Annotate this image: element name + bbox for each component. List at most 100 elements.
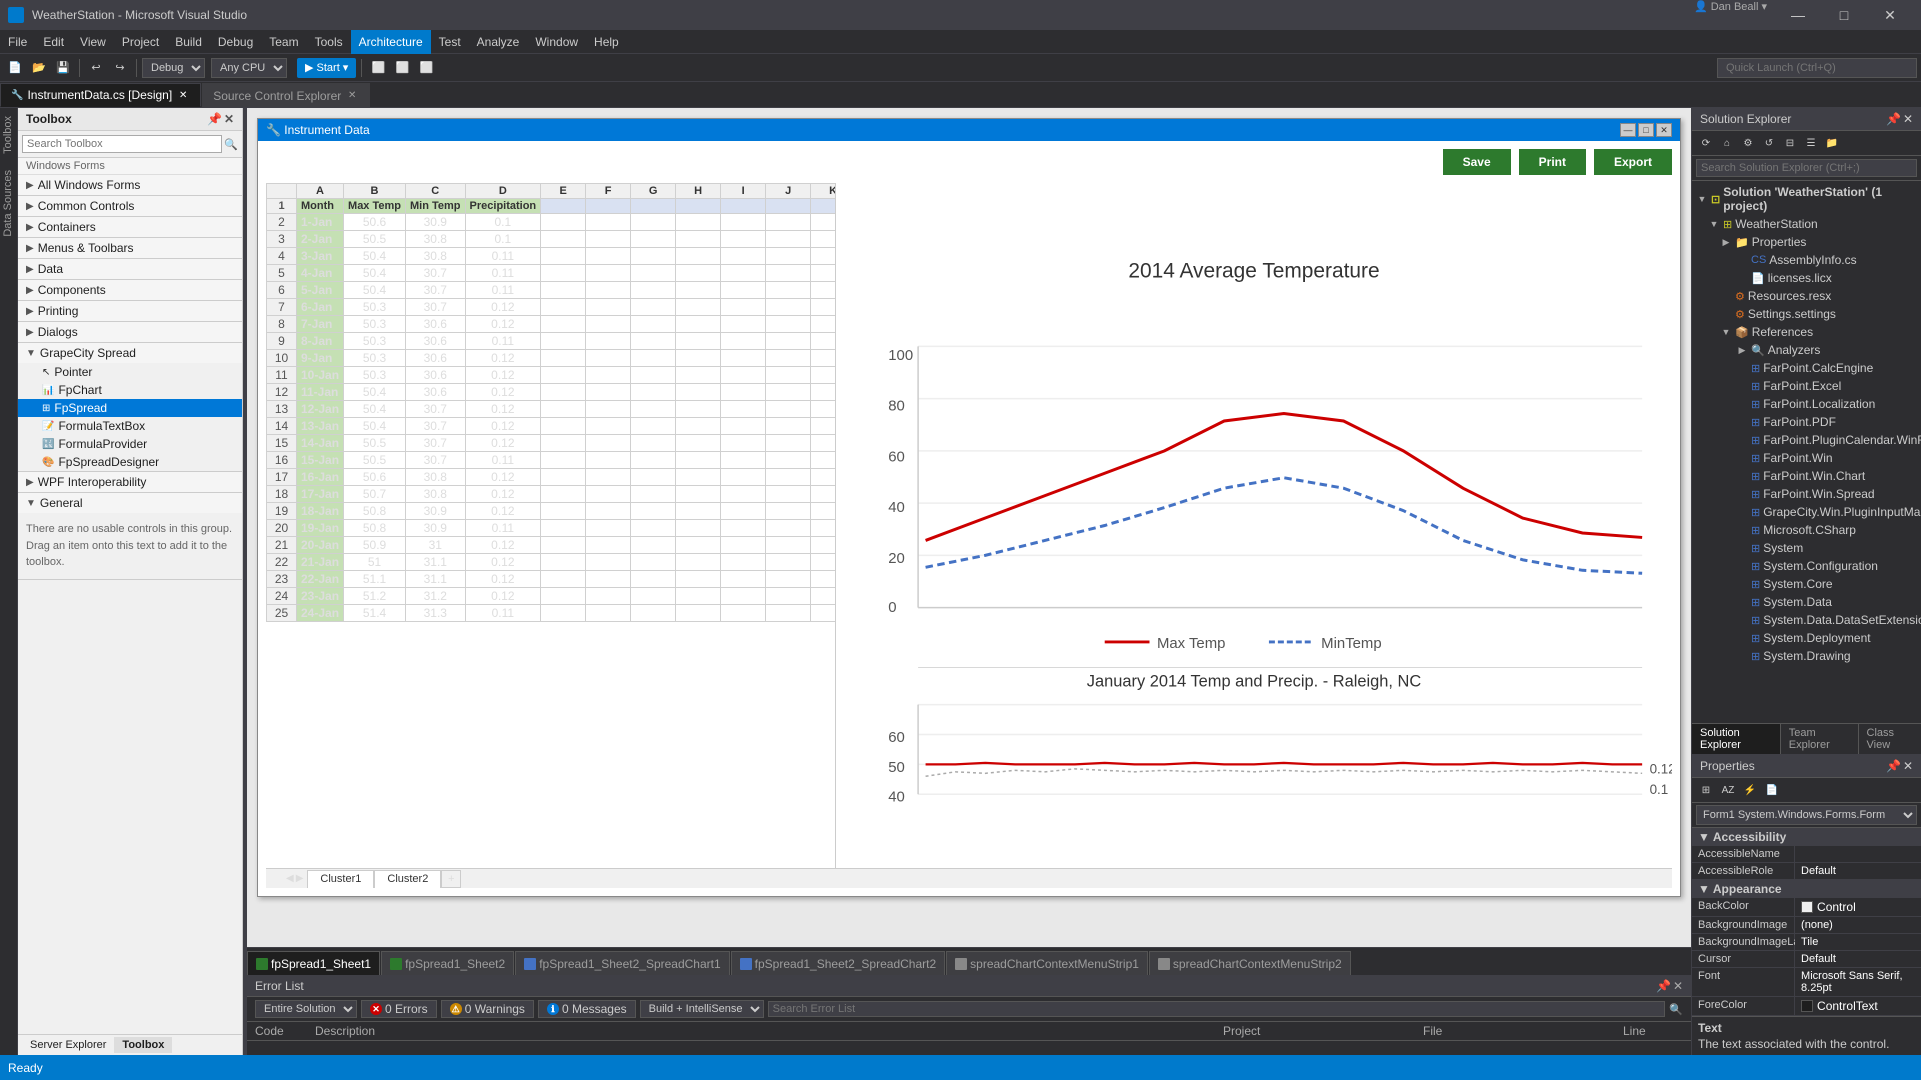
sol-tb-view-files[interactable]: 📁 [1822,133,1842,153]
prop-pin-btn[interactable]: 📌 [1886,759,1901,773]
cell-max-temp[interactable]: 50.7 [344,486,406,503]
section-header-common[interactable]: ▶ Common Controls [18,196,242,216]
section-header-containers[interactable]: ▶ Containers [18,217,242,237]
cell-max-temp[interactable]: 50.3 [344,333,406,350]
cell-month[interactable]: 23-Jan [297,588,344,605]
cell-precipitation[interactable]: 0.12 [465,486,541,503]
cell-max-temp[interactable]: 51.1 [344,571,406,588]
side-tab-data[interactable]: Data Sources [0,162,17,245]
tree-system-data[interactable]: ⊞ System.Data [1692,593,1921,611]
form-maximize-btn[interactable]: □ [1638,123,1654,137]
tree-farpoint-pdf[interactable]: ⊞ FarPoint.PDF [1692,413,1921,431]
cell-min-temp[interactable]: 30.7 [406,435,466,452]
toolbox-item-formulaprovider[interactable]: 🔣 FormulaProvider [18,435,242,453]
tree-system-data-ext[interactable]: ⊞ System.Data.DataSetExtensions [1692,611,1921,629]
cell-min-temp[interactable]: 30.7 [406,299,466,316]
scroll-left-btn[interactable]: ◀ [286,873,294,884]
cell-precipitation[interactable]: 0.11 [465,282,541,299]
bottom-tab-chart1[interactable]: fpSpread1_Sheet2_SpreadChart1 [515,951,729,975]
cell-month[interactable]: 24-Jan [297,605,344,622]
quick-launch-input[interactable] [1717,58,1917,78]
cell-month[interactable]: 4-Jan [297,265,344,282]
menu-build[interactable]: Build [167,30,210,54]
col-header-c[interactable]: C [406,184,466,199]
cell-max-temp[interactable]: 50.4 [344,248,406,265]
toolbox-tab[interactable]: Toolbox [114,1037,172,1053]
tree-farpoint-excel[interactable]: ⊞ FarPoint.Excel [1692,377,1921,395]
messages-filter-btn[interactable]: ℹ 0 Messages [538,1000,636,1018]
toolbox-close[interactable]: ✕ [224,112,234,126]
tb-new-project[interactable]: 📄 [4,57,26,79]
prop-val-bg-image[interactable]: (none) [1795,917,1921,933]
cell-min-temp[interactable]: 30.8 [406,486,466,503]
cell-month[interactable]: 21-Jan [297,554,344,571]
menu-debug[interactable]: Debug [210,30,261,54]
cell-max-temp[interactable]: 50.9 [344,537,406,554]
cell-precipitation[interactable]: 0.11 [465,452,541,469]
cell-month[interactable]: 18-Jan [297,503,344,520]
prop-object-dropdown[interactable]: Form1 System.Windows.Forms.Form [1696,805,1917,825]
tree-properties[interactable]: ▶ 📁 Properties [1692,233,1921,251]
cell-month[interactable]: 8-Jan [297,333,344,350]
tree-system-config[interactable]: ⊞ System.Configuration [1692,557,1921,575]
prop-val-font[interactable]: Microsoft Sans Serif, 8.25pt [1795,968,1921,996]
error-pin-btn[interactable]: 📌 [1656,979,1671,993]
toolbox-item-fpspread[interactable]: ⊞ FpSpread [18,399,242,417]
prop-tb-events[interactable]: ⚡ [1740,780,1760,800]
debug-config-dropdown[interactable]: Debug [142,58,205,78]
tree-system-drawing[interactable]: ⊞ System.Drawing [1692,647,1921,665]
tree-analyzers[interactable]: ▶ 🔍 Analyzers [1692,341,1921,359]
save-button[interactable]: Save [1443,149,1511,175]
cell-precipitation[interactable]: 0.12 [465,418,541,435]
section-header-grapecity[interactable]: ▼ GrapeCity Spread [18,343,242,363]
tree-references[interactable]: ▼ 📦 References [1692,323,1921,341]
cell-month[interactable]: 22-Jan [297,571,344,588]
cell-min-temp[interactable]: 30.7 [406,418,466,435]
cell-precipitation[interactable]: 0.11 [465,520,541,537]
toolbox-item-pointer[interactable]: ↖ Pointer [18,363,242,381]
tb-more3[interactable]: ⬜ [415,57,437,79]
menu-edit[interactable]: Edit [35,30,72,54]
col-header-h[interactable]: H [676,184,721,199]
cell-month[interactable]: 14-Jan [297,435,344,452]
error-search-input[interactable] [768,1001,1666,1017]
cell-min-temp[interactable]: 30.6 [406,316,466,333]
tree-farpoint-plugin-calendar[interactable]: ⊞ FarPoint.PluginCalendar.WinForms [1692,431,1921,449]
cell-precipitation[interactable]: 0.12 [465,384,541,401]
tree-system-core[interactable]: ⊞ System.Core [1692,575,1921,593]
cell-precipitation[interactable]: 0.12 [465,469,541,486]
cell-precipitation[interactable]: 0.11 [465,333,541,350]
cell-month[interactable]: 13-Jan [297,418,344,435]
tb-open[interactable]: 📂 [28,57,50,79]
cell-min-temp[interactable]: 30.8 [406,248,466,265]
cell-precipitation[interactable]: 0.12 [465,588,541,605]
prop-tb-cat[interactable]: ⊞ [1696,780,1716,800]
cell-month[interactable]: 5-Jan [297,282,344,299]
section-header-wpf[interactable]: ▶ WPF Interoperability [18,472,242,492]
cell-max-temp[interactable]: 50.5 [344,435,406,452]
cell-min-temp[interactable]: 30.7 [406,265,466,282]
prop-val-accessible-name[interactable] [1795,846,1921,862]
col-header-i[interactable]: I [721,184,766,199]
minimize-button[interactable]: — [1775,0,1821,30]
cell-precipitation[interactable]: 0.12 [465,537,541,554]
sol-tb-sync[interactable]: ⟳ [1696,133,1716,153]
cell-precipitation[interactable]: 0.12 [465,503,541,520]
form-minimize-btn[interactable]: — [1620,123,1636,137]
bottom-tab-contextmenu2[interactable]: spreadChartContextMenuStrip2 [1149,951,1351,975]
menu-tools[interactable]: Tools [307,30,351,54]
cell-month[interactable]: 20-Jan [297,537,344,554]
section-header-dialogs[interactable]: ▶ Dialogs [18,322,242,342]
sol-close-btn[interactable]: ✕ [1903,112,1913,126]
cell-min-temp[interactable]: 30.6 [406,367,466,384]
cell-max-temp[interactable]: 50.6 [344,214,406,231]
cell-precipitation[interactable]: 0.12 [465,316,541,333]
cell-precipitation[interactable]: 0.12 [465,367,541,384]
toolbox-item-fpchart[interactable]: 📊 FpChart [18,381,242,399]
prop-val-bg-layout[interactable]: Tile [1795,934,1921,950]
build-intellisense-dropdown[interactable]: Build + IntelliSense [640,1000,764,1018]
cell-month[interactable]: 6-Jan [297,299,344,316]
cell-precipitation[interactable]: 0.1 [465,214,541,231]
menu-project[interactable]: Project [114,30,167,54]
tree-weatherstation[interactable]: ▼ ⊞ WeatherStation [1692,215,1921,233]
